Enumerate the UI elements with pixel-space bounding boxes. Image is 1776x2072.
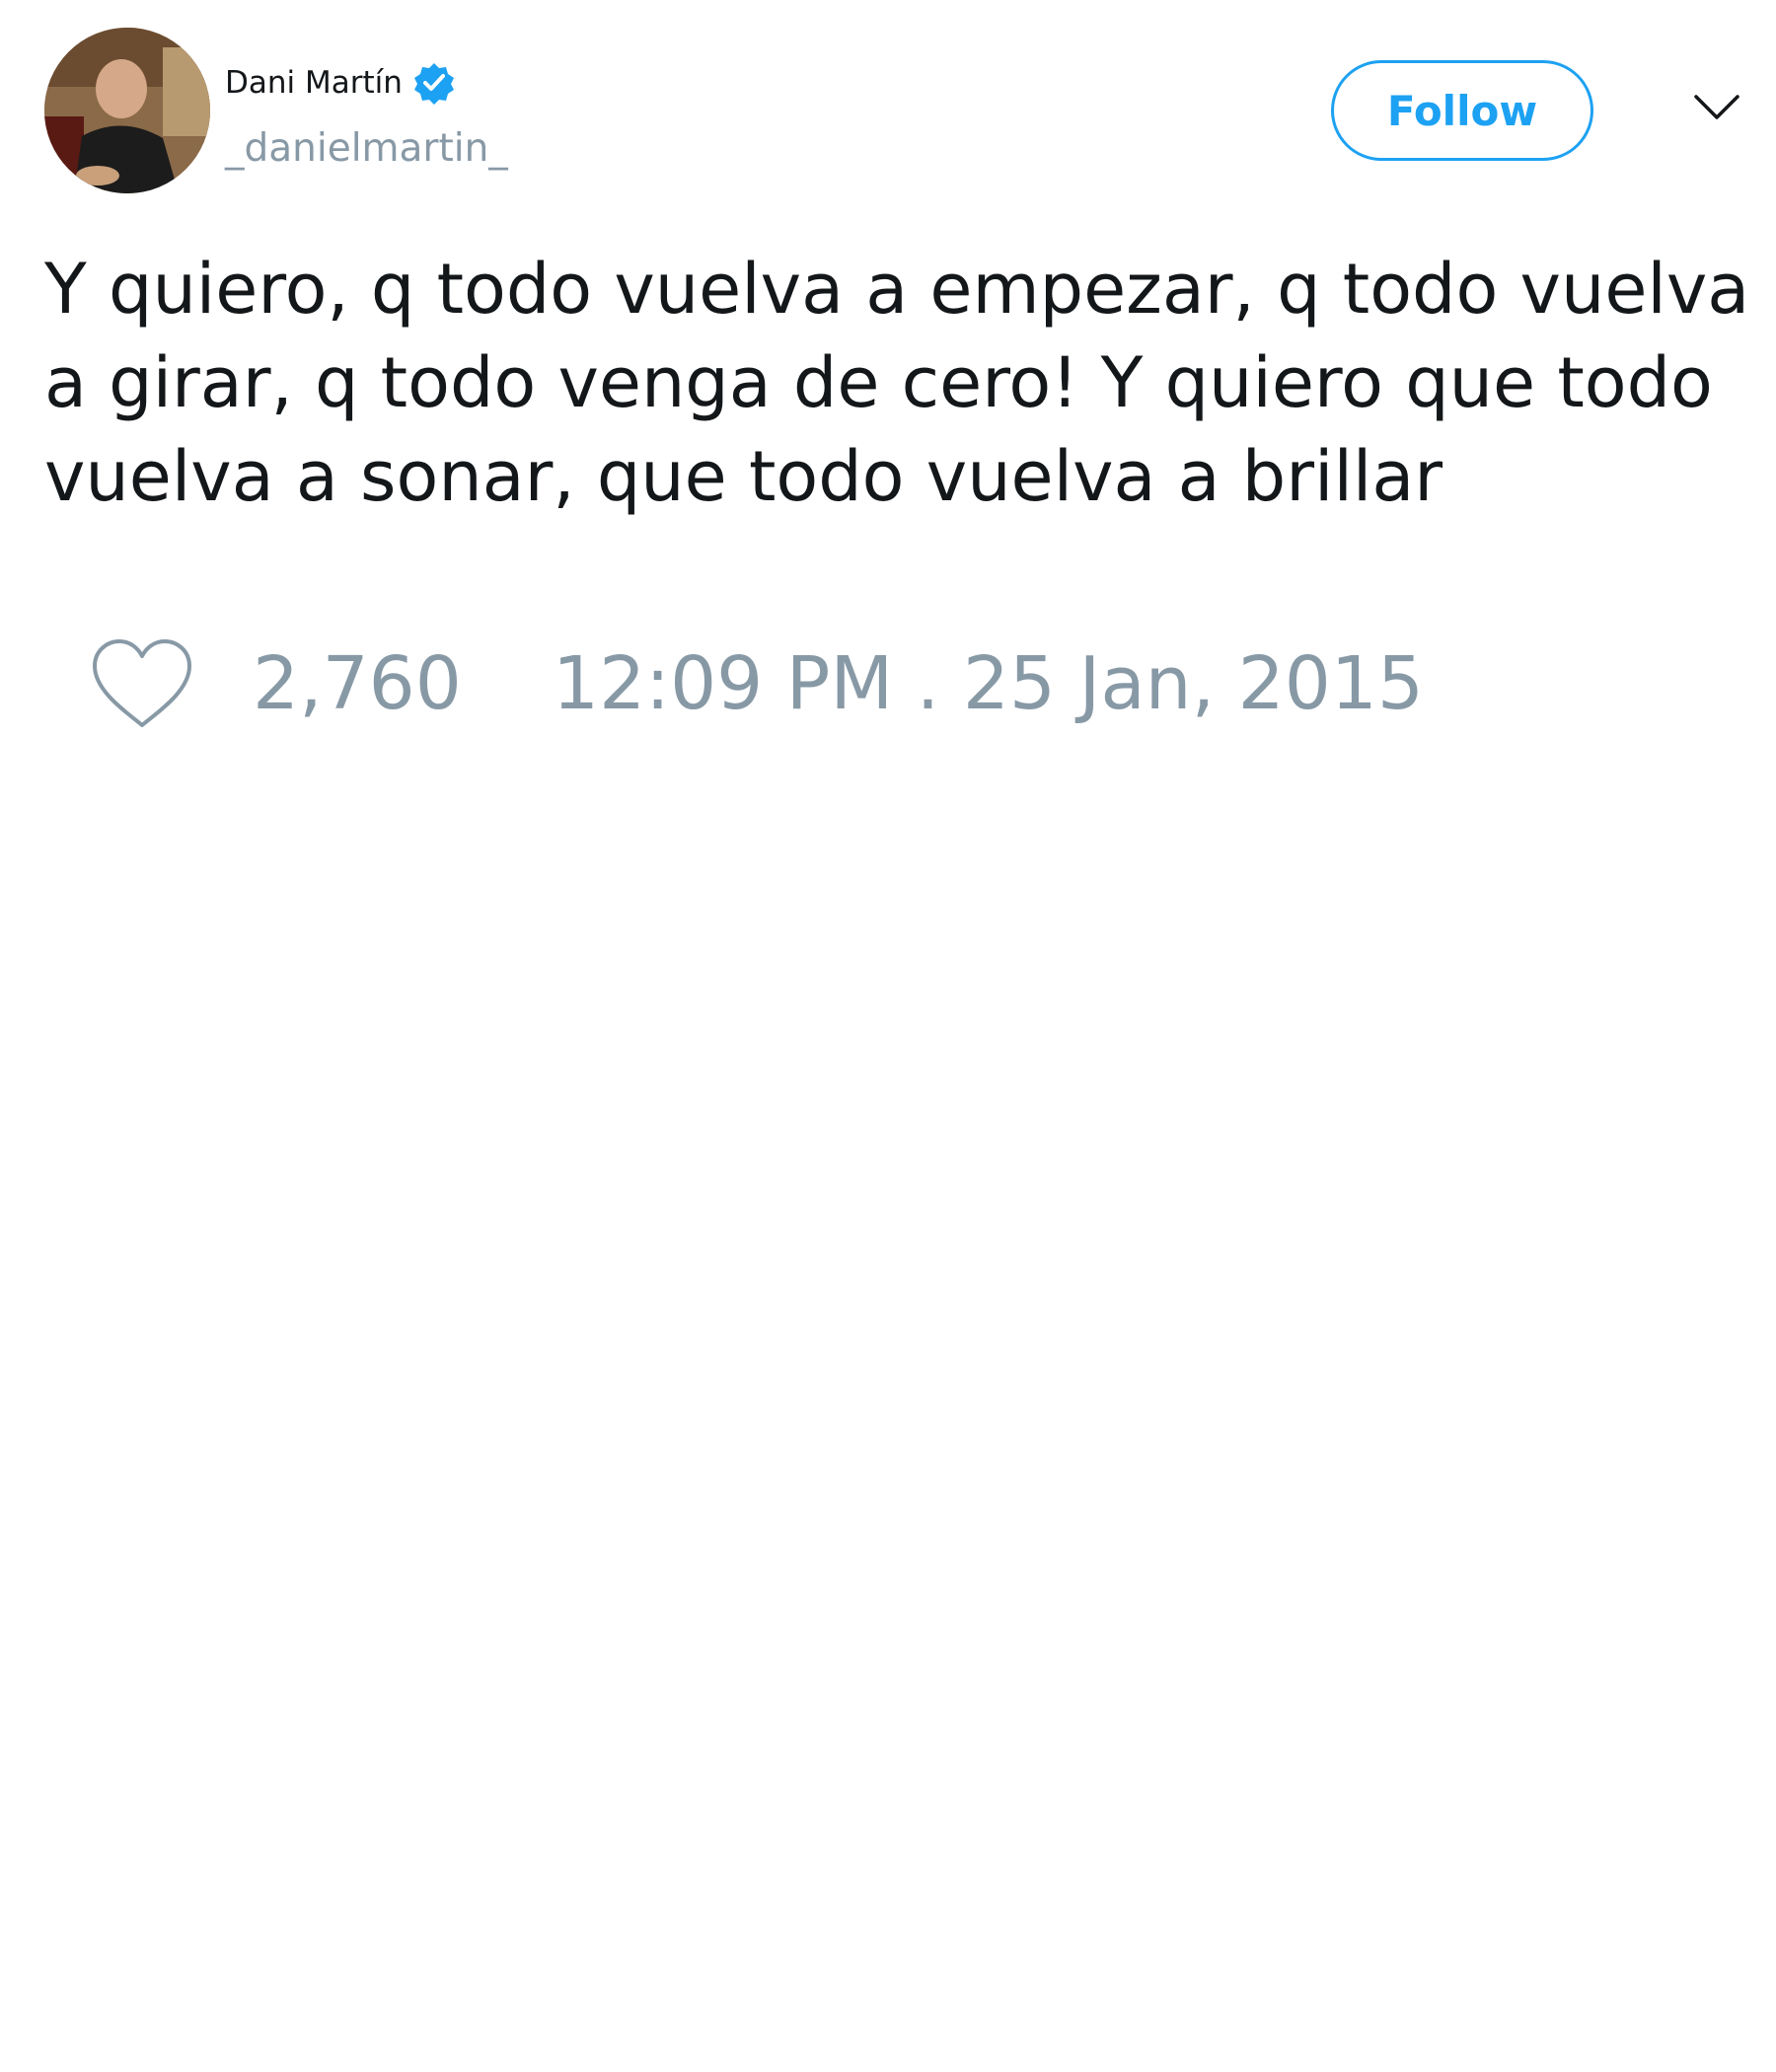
author-handle[interactable]: _danielmartin_ [225, 126, 508, 171]
author-name-row: Dani Martín [225, 61, 456, 105]
follow-button-label: Follow [1386, 86, 1538, 135]
verified-badge-icon [413, 63, 454, 105]
author-display-name[interactable]: Dani Martín [225, 65, 403, 101]
heart-icon[interactable] [89, 636, 195, 731]
follow-button[interactable]: Follow [1331, 60, 1593, 161]
tweet-timestamp[interactable]: 12:09 PM . 25 Jan, 2015 [553, 636, 1424, 731]
avatar-photo [44, 28, 210, 193]
tweet-text: Y quiero, q todo vuelva a empezar, q tod… [44, 249, 1750, 517]
author-avatar[interactable] [44, 28, 210, 193]
like-count: 2,760 [253, 641, 462, 726]
chevron-down-icon[interactable] [1693, 93, 1740, 122]
